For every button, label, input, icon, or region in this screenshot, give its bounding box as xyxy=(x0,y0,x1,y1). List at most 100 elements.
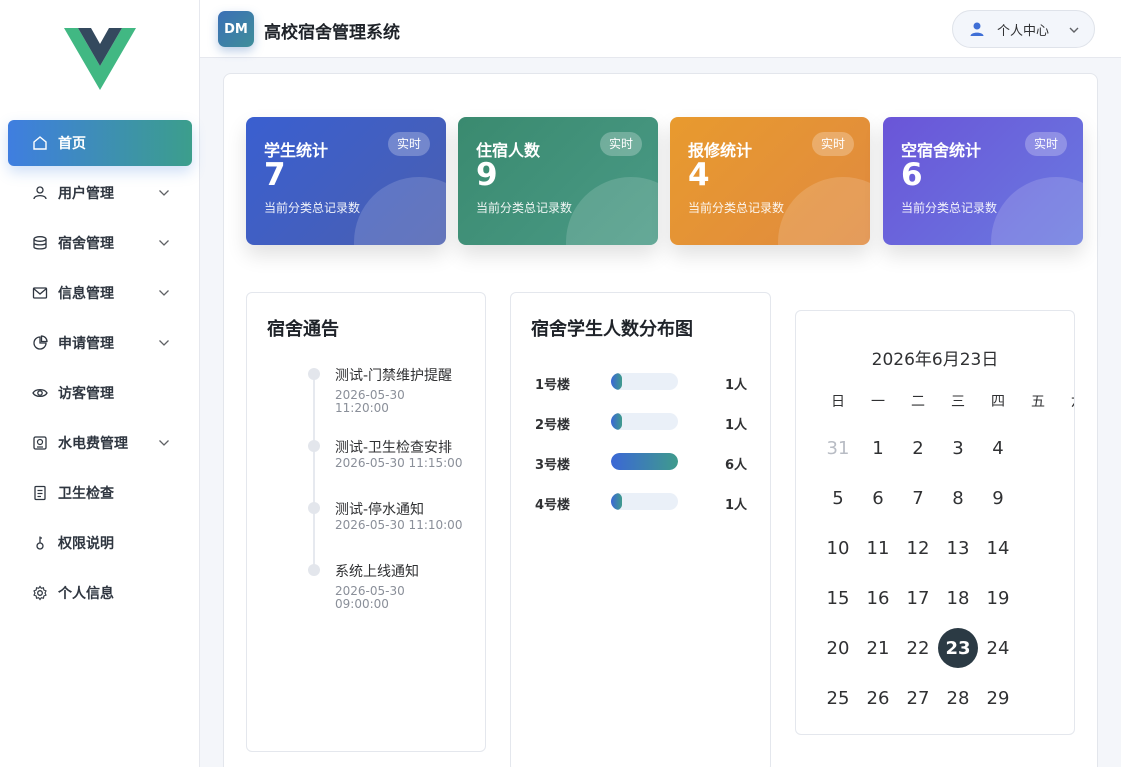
calendar-day[interactable]: 5 xyxy=(818,478,858,518)
app-badge: DM xyxy=(218,11,254,47)
calendar-day[interactable]: 12 xyxy=(898,528,938,568)
vue-logo xyxy=(64,28,136,90)
distribution-row: 2号楼 1人 xyxy=(535,412,755,433)
dashboard-card: 学生统计 实时 7 当前分类总记录数 住宿人数 实时 9 当前分类总记录数 报修统计 实时 4 当前分… xyxy=(223,73,1098,767)
stat-value: 9 xyxy=(476,157,498,193)
document-icon xyxy=(32,485,48,501)
sidebar-item-label: 权限说明 xyxy=(58,536,114,552)
sidebar-item-0[interactable]: 首页 xyxy=(8,120,192,166)
distribution-panel: 宿舍学生人数分布图 1号楼 1人 2号楼 1人 3号楼 6人 4号楼 1人 xyxy=(510,292,771,767)
building-label: 3号楼 xyxy=(535,458,571,473)
notice-time: 2026-05-30 11:10:00 xyxy=(335,518,463,532)
chevron-down-icon xyxy=(159,340,169,346)
notice-title: 宿舍通告 xyxy=(267,319,339,340)
realtime-tag: 实时 xyxy=(387,132,430,156)
user-icon xyxy=(32,185,48,201)
stat-subtitle: 当前分类总记录数 xyxy=(264,201,361,215)
user-center-label: 个人中心 xyxy=(997,23,1050,39)
sidebar-item-6[interactable]: 水电费管理 xyxy=(8,420,192,466)
sidebar-item-2[interactable]: 宿舍管理 xyxy=(8,220,192,266)
sidebar-item-5[interactable]: 访客管理 xyxy=(8,370,192,416)
calendar-day[interactable]: 9 xyxy=(978,478,1018,518)
calendar-day[interactable]: 21 xyxy=(858,628,898,668)
sidebar-item-1[interactable]: 用户管理 xyxy=(8,170,192,216)
sidebar-item-9[interactable]: 个人信息 xyxy=(8,570,192,616)
calendar-day[interactable]: 31 xyxy=(818,428,858,468)
calendar-day[interactable]: 14 xyxy=(978,528,1018,568)
calendar-day[interactable]: 17 xyxy=(898,578,938,618)
sidebar-item-3[interactable]: 信息管理 xyxy=(8,270,192,316)
decorative-circle xyxy=(566,177,658,245)
weekday-label: 一 xyxy=(871,394,885,410)
distribution-row: 4号楼 1人 xyxy=(535,492,755,513)
sidebar-item-label: 个人信息 xyxy=(58,586,114,602)
sidebar-item-label: 宿舍管理 xyxy=(58,236,114,252)
progress-track xyxy=(611,493,678,510)
realtime-tag: 实时 xyxy=(811,132,854,156)
calendar-day[interactable]: 25 xyxy=(818,678,858,718)
calendar-day[interactable]: 16 xyxy=(858,578,898,618)
notice-time: 2026-05-30 09:00:00 xyxy=(335,584,405,611)
calendar-day[interactable]: 2 xyxy=(898,428,938,468)
calendar-day[interactable]: 7 xyxy=(898,478,938,518)
weekday-label: 五 xyxy=(1031,394,1045,410)
weekday-label: 二 xyxy=(911,394,925,410)
key-icon xyxy=(32,535,48,551)
building-count: 1人 xyxy=(725,418,748,433)
calendar-day[interactable]: 19 xyxy=(978,578,1018,618)
pie-chart-icon xyxy=(32,335,48,351)
chevron-down-icon xyxy=(159,440,169,446)
calendar-day[interactable]: 15 xyxy=(818,578,858,618)
timeline-dot xyxy=(308,440,320,452)
stat-value: 6 xyxy=(901,157,923,193)
calendar-day[interactable]: 3 xyxy=(938,428,978,468)
calendar-day[interactable]: 20 xyxy=(818,628,858,668)
calendar-title: 2026年6月23日 xyxy=(871,350,999,370)
calendar-day[interactable]: 22 xyxy=(898,628,938,668)
notice-panel: 宿舍通告 测试-门禁维护提醒 2026-05-30 11:20:00 测试-卫生检查… xyxy=(246,292,486,752)
notice-text: 测试-停水通知 xyxy=(335,502,425,518)
calendar-day[interactable]: 18 xyxy=(938,578,978,618)
calendar-day[interactable]: 13 xyxy=(938,528,978,568)
calendar-day[interactable]: 24 xyxy=(978,628,1018,668)
sidebar-item-label: 申请管理 xyxy=(58,336,114,352)
calendar-day[interactable]: 26 xyxy=(858,678,898,718)
timeline-line xyxy=(313,369,315,573)
weekday-label: 三 xyxy=(951,394,965,410)
notice-time: 2026-05-30 11:20:00 xyxy=(335,388,405,415)
app-title: 高校宿舍管理系统 xyxy=(264,23,400,43)
sidebar-item-4[interactable]: 申请管理 xyxy=(8,320,192,366)
calendar-day[interactable]: 4 xyxy=(978,428,1018,468)
sidebar-item-label: 水电费管理 xyxy=(58,436,128,452)
notice-text: 测试-门禁维护提醒 xyxy=(335,368,453,384)
weekday-label: 四 xyxy=(991,394,1005,410)
progress-track xyxy=(611,453,678,470)
user-center-button[interactable]: 个人中心 xyxy=(952,10,1095,48)
progress-track xyxy=(611,373,678,390)
building-count: 1人 xyxy=(725,498,748,513)
calendar-day[interactable]: 10 xyxy=(818,528,858,568)
calendar-day[interactable]: 1 xyxy=(858,428,898,468)
timeline-dot xyxy=(308,502,320,514)
stat-value: 7 xyxy=(264,157,286,193)
calendar-day[interactable]: 11 xyxy=(858,528,898,568)
chevron-down-icon xyxy=(1069,27,1079,33)
sidebar-item-label: 卫生检查 xyxy=(58,486,114,502)
sidebar-item-label: 信息管理 xyxy=(58,286,114,302)
calendar-day[interactable]: 28 xyxy=(938,678,978,718)
calendar-day[interactable]: 27 xyxy=(898,678,938,718)
calendar-day[interactable]: 6 xyxy=(858,478,898,518)
calendar-day[interactable]: 23 xyxy=(938,628,978,668)
decorative-circle xyxy=(991,177,1083,245)
user-avatar-icon xyxy=(970,22,984,36)
progress-fill xyxy=(611,373,623,390)
notice-time: 2026-05-30 11:15:00 xyxy=(335,456,463,470)
weekday-label: 日 xyxy=(831,394,845,410)
sidebar-item-7[interactable]: 卫生检查 xyxy=(8,470,192,516)
calendar-day[interactable]: 29 xyxy=(978,678,1018,718)
mail-icon xyxy=(32,285,48,301)
sidebar-item-label: 用户管理 xyxy=(58,186,114,202)
stat-card-3: 空宿舍统计 实时 6 当前分类总记录数 xyxy=(883,117,1083,245)
calendar-day[interactable]: 8 xyxy=(938,478,978,518)
sidebar-item-8[interactable]: 权限说明 xyxy=(8,520,192,566)
